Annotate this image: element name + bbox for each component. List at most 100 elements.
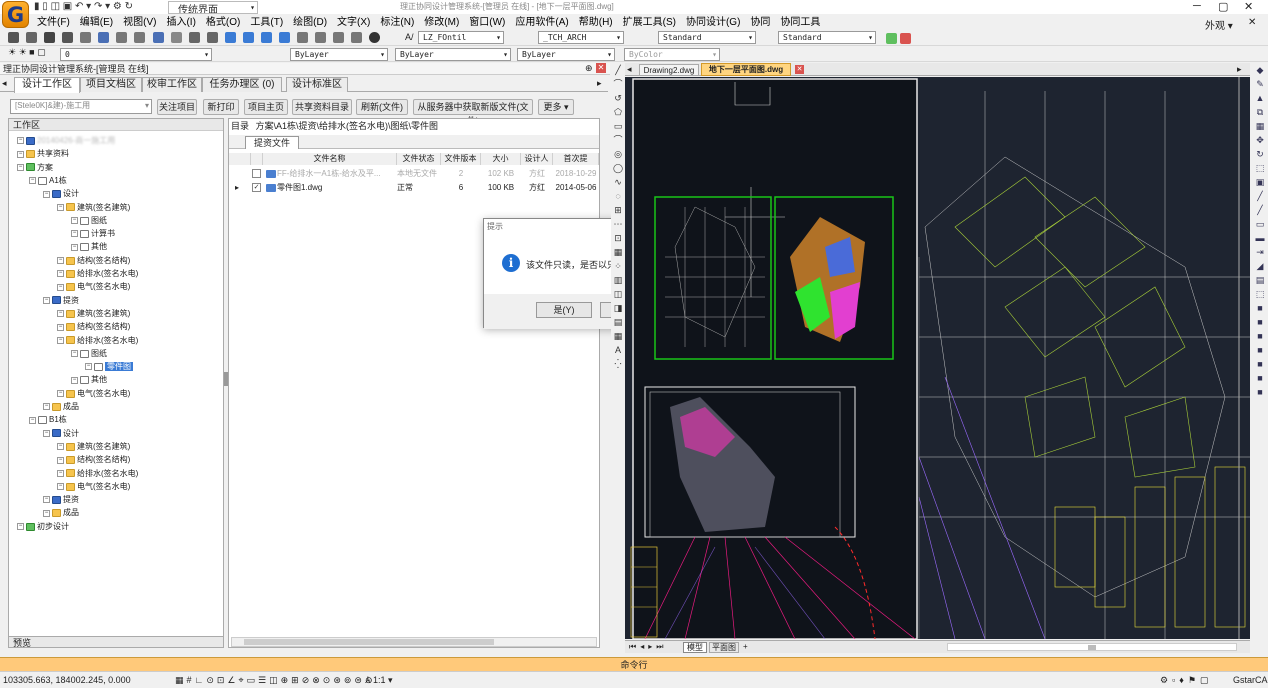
expand-toggle-icon[interactable]: −	[57, 483, 64, 491]
preview-bar[interactable]: 预览	[8, 636, 224, 648]
tab-close-icon[interactable]: ✕	[795, 65, 804, 74]
expand-toggle-icon[interactable]: −	[57, 257, 64, 265]
layer-combo[interactable]: 0	[60, 48, 212, 61]
expand-toggle-icon[interactable]: −	[57, 456, 64, 464]
expand-toggle-icon[interactable]: −	[57, 270, 64, 278]
linetype-combo[interactable]: ByLayer	[395, 48, 511, 61]
expand-toggle-icon[interactable]: −	[43, 509, 50, 517]
menu-item-13[interactable]: 扩展工具(S)	[618, 15, 681, 30]
tree-item[interactable]: − 提资	[43, 494, 79, 506]
tab-drawing2[interactable]: Drawing2.dwg	[639, 64, 699, 76]
tree-item[interactable]: − 建筑(签名建筑)	[57, 441, 130, 453]
expand-toggle-icon[interactable]: −	[57, 469, 64, 477]
lineweight-combo[interactable]: ByLayer	[517, 48, 615, 61]
interface-mode-select[interactable]	[168, 1, 258, 14]
expand-toggle-icon[interactable]: −	[57, 390, 64, 398]
tree-item[interactable]: − 结构(签名结构)	[57, 454, 130, 466]
command-line[interactable]: 命令行	[0, 657, 1268, 671]
text-style-combo[interactable]: _TCH_ARCH	[538, 31, 624, 44]
quick-access-toolbar[interactable]: ▮ ▯ ◫ ▣ ↶ ▾ ↷ ▾ ⚙ ↻	[34, 1, 133, 12]
tree-item[interactable]: − 方案	[17, 162, 53, 174]
menu-item-0[interactable]: 文件(F)	[32, 15, 75, 30]
expand-toggle-icon[interactable]: −	[17, 137, 24, 145]
tree-item[interactable]: − 设计	[43, 428, 79, 440]
close-button[interactable]: ✕	[1244, 0, 1253, 13]
expand-toggle-icon[interactable]: −	[57, 310, 64, 318]
expand-toggle-icon[interactable]: −	[57, 443, 64, 451]
col-size[interactable]: 大小	[481, 153, 521, 165]
expand-toggle-icon[interactable]: −	[57, 283, 64, 291]
drawing-tabs-right-icon[interactable]: ▸	[1237, 64, 1242, 75]
expand-toggle-icon[interactable]: −	[85, 363, 92, 371]
menu-item-11[interactable]: 应用软件(A)	[510, 15, 573, 30]
zoom-window-icon[interactable]	[260, 32, 272, 43]
app-logo[interactable]: G	[2, 1, 29, 28]
expand-toggle-icon[interactable]: −	[17, 523, 24, 531]
new-icon[interactable]	[8, 32, 19, 43]
tree-item[interactable]: − 图纸	[71, 348, 107, 360]
tree-item[interactable]: − 初步设计	[17, 521, 69, 533]
row-checkbox[interactable]: ✓	[252, 183, 261, 192]
col-designer[interactable]: 设计人	[521, 153, 553, 165]
expand-toggle-icon[interactable]: −	[57, 323, 64, 331]
expand-toggle-icon[interactable]: −	[71, 350, 78, 358]
plotstyle-combo[interactable]: ByColor	[624, 48, 720, 61]
save-icon[interactable]	[44, 32, 56, 43]
tree-item[interactable]: − 其他	[71, 374, 107, 386]
menu-item-10[interactable]: 窗口(W)	[464, 15, 510, 30]
cad-drawing-area[interactable]: ◂ Drawing2.dwg 地下一层平面图.dwg ✕ ▸ ⏮◂▸⏭ 模型 平…	[625, 63, 1250, 653]
cut-icon[interactable]	[116, 32, 128, 43]
fetch-from-server-button[interactable]: 从服务器中获取新版文件(文件)	[413, 99, 533, 126]
project-home-button[interactable]: 项目主页	[244, 99, 288, 115]
paste-icon[interactable]	[152, 32, 164, 43]
calculator-icon[interactable]	[351, 32, 363, 43]
minimize-button[interactable]: ─	[1193, 0, 1201, 12]
col-file-status[interactable]: 文件状态	[397, 153, 441, 165]
pan-icon[interactable]	[224, 32, 236, 43]
layer-icons[interactable]: ☀ ☀ ■ ▢	[8, 47, 46, 58]
tab-basement-plan[interactable]: 地下一层平面图.dwg	[701, 63, 791, 76]
tree-item[interactable]: − A1栋	[29, 175, 67, 187]
tree-item[interactable]: − B1栋	[29, 414, 67, 426]
expand-toggle-icon[interactable]: −	[17, 163, 24, 171]
tray-icons[interactable]: ⚙▫♦⚑▢	[1160, 672, 1212, 688]
project-select[interactable]: [Stele0K]&建)-施工用	[10, 99, 152, 114]
tree-item[interactable]: − 给排水(签名水电)	[57, 468, 138, 480]
tab-review-workspace[interactable]: 校审工作区	[142, 77, 202, 92]
more-button[interactable]: 更多 ▾	[538, 99, 574, 115]
expand-toggle-icon[interactable]: −	[57, 336, 64, 344]
menu-item-7[interactable]: 文字(X)	[332, 15, 375, 30]
expand-toggle-icon[interactable]: −	[71, 217, 78, 225]
cad-hscrollbar[interactable]	[947, 643, 1237, 651]
tree-item[interactable]: − 电气(签名水电)	[57, 388, 130, 400]
tree-item[interactable]: − 建筑(签名建筑)	[57, 308, 130, 320]
tree-item[interactable]: − 成品	[43, 507, 79, 519]
publish-icon[interactable]	[98, 32, 110, 43]
menu-item-2[interactable]: 视图(V)	[118, 15, 161, 30]
tab-model[interactable]: 模型	[683, 642, 707, 653]
tree-item[interactable]: − 成品	[43, 401, 79, 413]
tree-item[interactable]: − 电气(签名水电)	[57, 481, 130, 493]
expand-toggle-icon[interactable]: −	[43, 296, 50, 304]
match-icon[interactable]	[170, 32, 182, 43]
expand-toggle-icon[interactable]: −	[29, 177, 36, 185]
menu-item-9[interactable]: 修改(M)	[419, 15, 464, 30]
tree-item[interactable]: − 图纸	[71, 215, 107, 227]
tree-item[interactable]: − 设计	[43, 188, 79, 200]
hscroll-thumb[interactable]	[244, 639, 494, 645]
drawing-tabs-left-icon[interactable]: ◂	[627, 64, 632, 75]
tab-task-area[interactable]: 任务办理区 (0)	[202, 77, 282, 92]
expand-toggle-icon[interactable]: −	[71, 376, 78, 384]
tabs-scroll-right-icon[interactable]: ▸	[597, 78, 602, 89]
row-checkbox[interactable]	[252, 169, 261, 178]
cad-hscroll-thumb[interactable]	[1088, 645, 1096, 650]
layer-manager-icon[interactable]	[886, 33, 897, 44]
panel-pin-icon[interactable]: ⊕	[585, 63, 593, 74]
menu-item-15[interactable]: 协同	[745, 15, 775, 30]
properties-icon[interactable]	[297, 32, 308, 43]
expand-toggle-icon[interactable]: −	[43, 190, 50, 198]
menu-item-3[interactable]: 插入(I)	[161, 15, 200, 30]
tabs-scroll-left-icon[interactable]: ◂	[2, 78, 7, 89]
menu-item-12[interactable]: 帮助(H)	[574, 15, 618, 30]
annotation-scale[interactable]: ⅄ 1:1 ▾	[365, 672, 393, 688]
